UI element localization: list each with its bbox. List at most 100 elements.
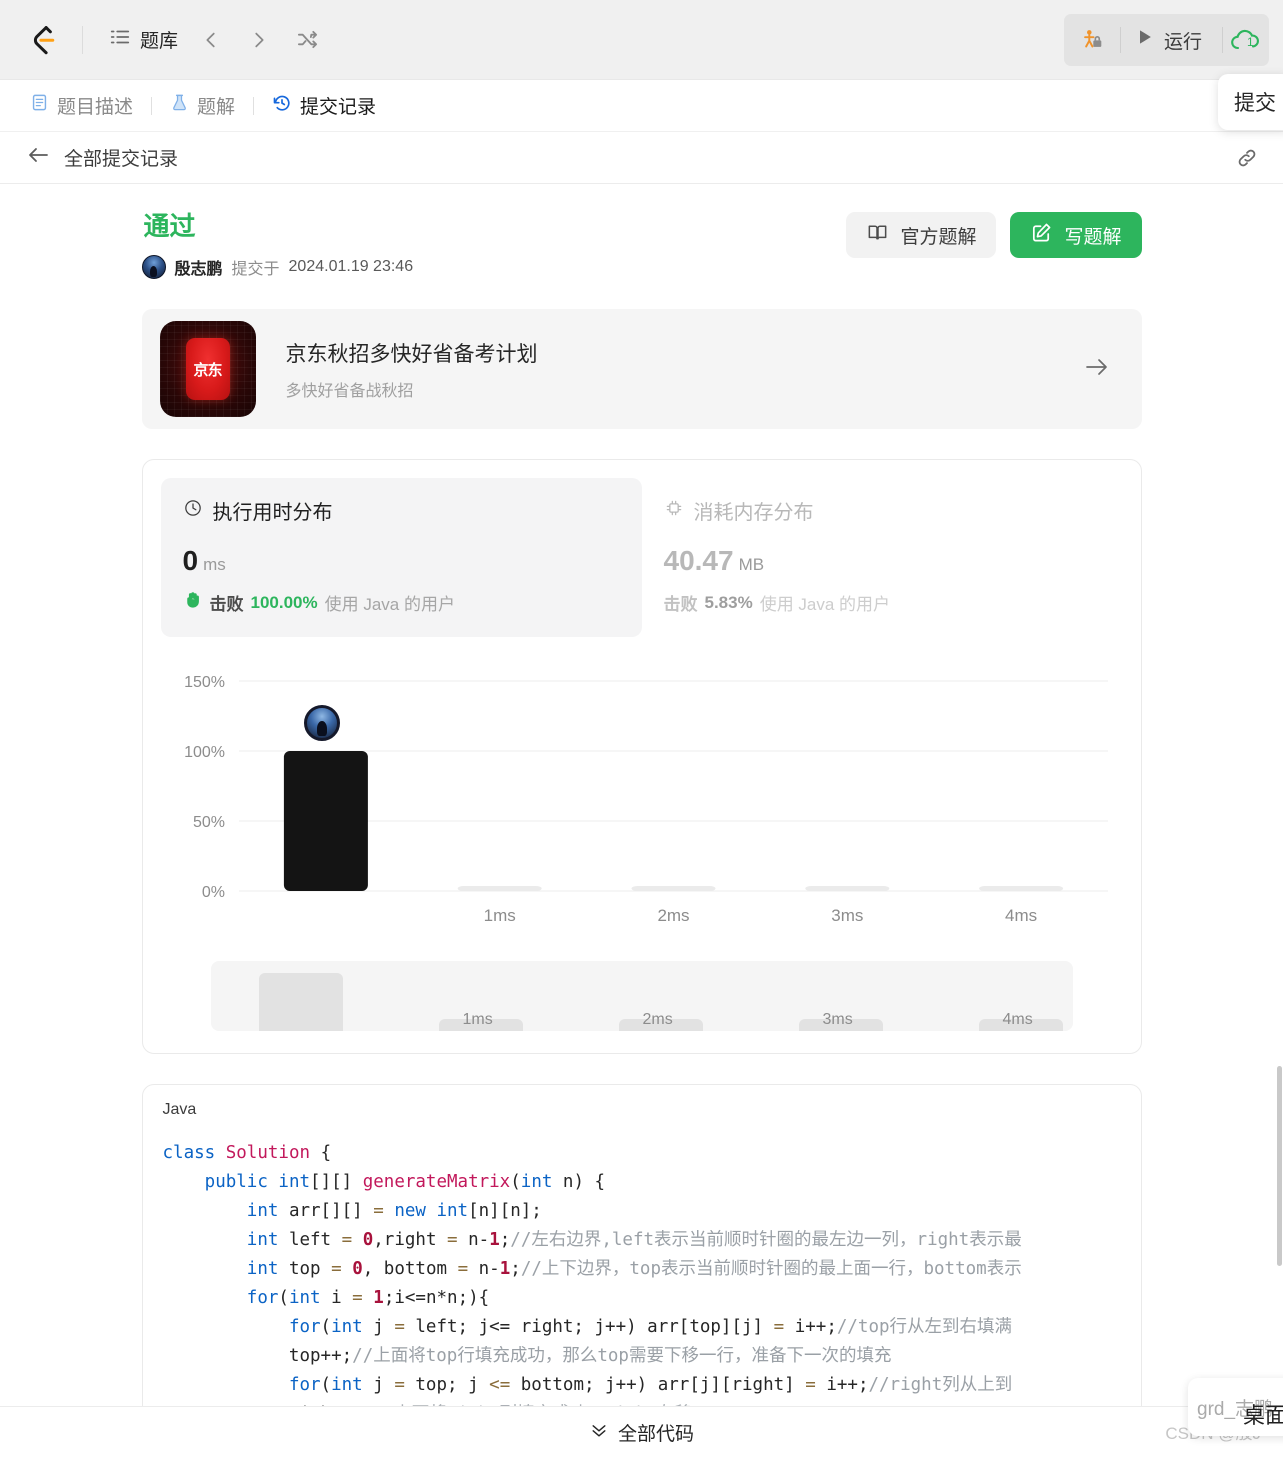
avatar[interactable] [141, 255, 166, 279]
page-scrollbar-thumb[interactable] [1277, 1066, 1282, 1266]
submitted-label: 提交于 [231, 261, 280, 278]
runtime-beat-row: 击败 100.00% 使用 Java 的用户 [183, 590, 620, 615]
author-name[interactable]: 殷志鹏 [175, 255, 223, 279]
chevron-double-down-icon [589, 1420, 609, 1446]
run-submit-group: 运行 1 [1063, 14, 1269, 66]
chart-minimap[interactable]: 1ms 2ms 3ms 4ms [210, 961, 1073, 1031]
link-icon[interactable] [1235, 146, 1259, 170]
memory-unit: MB [738, 555, 765, 574]
debug-lock-icon[interactable] [1064, 14, 1120, 66]
tab-solutions-label: 题解 [197, 97, 236, 118]
memory-beat-pct: 5.83% [704, 592, 753, 612]
submit-tooltip: 提交 [1218, 74, 1283, 130]
runtime-beat-pct: 100.00% [250, 592, 318, 612]
leetcode-logo-icon[interactable] [14, 23, 74, 57]
svg-text:3ms: 3ms [831, 906, 863, 925]
runtime-unit: ms [203, 555, 226, 574]
jd-logo-icon: 京东 [159, 321, 256, 417]
stats-row: 执行用时分布 0 ms 击败 100.00% 使用 Java 的用户 消耗内存分… [160, 478, 1123, 637]
minimap-tick-label: 4ms [1002, 1011, 1033, 1028]
memory-stat-title: 消耗内存分布 [693, 502, 814, 524]
pencil-square-icon [1030, 221, 1053, 250]
topbar-right-actions: 运行 1 [1063, 14, 1269, 66]
tab-divider-2 [253, 96, 255, 115]
svg-text:1ms: 1ms [483, 906, 515, 925]
promo-banner-subtitle: 多快好省备战秋招 [285, 382, 414, 400]
promo-banner[interactable]: 京东 京东秋招多快好省备考计划 多快好省备战秋招 [141, 309, 1142, 429]
verdict-section: 通过 殷志鹏 提交于 2024.01.19 23:46 官方题解 写题解 [141, 206, 1142, 279]
runtime-stat-title: 执行用时分布 [212, 502, 333, 524]
promo-banner-title: 京东秋招多快好省备考计划 [285, 342, 538, 366]
minimap-tick-label: 2ms [642, 1011, 673, 1028]
runtime-stat-value-row: 0 ms [183, 545, 620, 577]
clock-icon [183, 498, 203, 524]
svg-text:1: 1 [1247, 35, 1254, 49]
problemset-nav-group: 题库 [105, 21, 326, 59]
memory-stat-head: 消耗内存分布 [664, 496, 1101, 525]
toolbar-divider [82, 25, 83, 54]
list-icon [109, 26, 131, 54]
minimap-tick-label: 1ms [462, 1011, 493, 1028]
memory-stat-value-row: 40.47 MB [664, 545, 1101, 577]
problemset-label: 题库 [140, 31, 179, 52]
problemset-button[interactable]: 题库 [105, 22, 182, 58]
next-problem-button[interactable] [240, 21, 278, 59]
runtime-distribution-chart: 0% 50% 100% 150% 1ms 2ms 3ms 4ms [161, 663, 1123, 953]
svg-text:100%: 100% [184, 744, 225, 761]
memory-value: 40.47 [663, 545, 734, 576]
code-language-label: Java [162, 1101, 197, 1118]
memory-beat-row: 击败 5.83% 使用 Java 的用户 [664, 590, 1101, 615]
chip-icon [664, 498, 684, 524]
promo-banner-body: 京东秋招多快好省备考计划 多快好省备战秋招 [286, 338, 1084, 401]
shuffle-icon[interactable] [288, 21, 326, 59]
svg-text:50%: 50% [192, 814, 224, 831]
tab-problem-description-label: 题目描述 [57, 97, 134, 118]
tab-submissions[interactable]: 提交记录 [268, 92, 380, 119]
performance-stats-card: 执行用时分布 0 ms 击败 100.00% 使用 Java 的用户 消耗内存分… [141, 459, 1142, 1054]
solution-action-buttons: 官方题解 写题解 [846, 206, 1142, 258]
previous-problem-button[interactable] [192, 21, 230, 59]
flask-icon [170, 93, 189, 118]
memory-stat-tab[interactable]: 消耗内存分布 40.47 MB 击败 5.83% 使用 Java 的用户 [642, 478, 1123, 637]
runtime-beat-label: 击败 [209, 595, 244, 614]
show-all-code-label: 全部代码 [617, 1424, 694, 1445]
chart-canvas: 0% 50% 100% 150% 1ms 2ms 3ms 4ms [184, 674, 1108, 925]
desktop-overlay-label: 桌面 [1243, 1403, 1283, 1428]
write-solution-label: 写题解 [1064, 226, 1122, 248]
minimap-bar [258, 973, 343, 1031]
run-label: 运行 [1163, 31, 1202, 53]
memory-beat-tail: 使用 Java 的用户 [759, 595, 891, 614]
official-solution-button[interactable]: 官方题解 [846, 212, 997, 258]
tab-divider [151, 96, 153, 115]
arrow-left-icon[interactable] [26, 145, 50, 170]
show-all-code-button[interactable]: 全部代码 [589, 1419, 694, 1446]
top-navigation-bar: 题库 运行 1 [0, 0, 1283, 80]
svg-text:0%: 0% [201, 884, 224, 901]
runtime-beat-tail: 使用 Java 的用户 [324, 595, 455, 614]
arrow-right-icon[interactable] [1084, 354, 1110, 385]
description-icon [30, 93, 49, 118]
svg-text:2ms: 2ms [657, 906, 689, 925]
tab-problem-description[interactable]: 题目描述 [26, 92, 137, 119]
svg-text:150%: 150% [184, 674, 225, 691]
tab-submissions-label: 提交记录 [300, 97, 377, 118]
run-button[interactable]: 运行 [1121, 14, 1222, 66]
runtime-value: 0 [182, 545, 199, 576]
cloud-check-icon[interactable]: 1 [1223, 14, 1269, 66]
user-position-marker[interactable] [304, 704, 341, 741]
status-badge: 通过 [143, 211, 196, 241]
runtime-stat-tab[interactable]: 执行用时分布 0 ms 击败 100.00% 使用 Java 的用户 [160, 478, 642, 637]
tab-solutions[interactable]: 题解 [166, 92, 239, 119]
panel-tab-strip: 题目描述 题解 提交记录 [0, 80, 1283, 132]
submission-author-row: 殷志鹏 提交于 2024.01.19 23:46 [141, 255, 847, 279]
play-icon [1135, 27, 1155, 53]
breadcrumb: 全部提交记录 [0, 132, 1283, 184]
submission-detail-content: 通过 殷志鹏 提交于 2024.01.19 23:46 官方题解 写题解 京东 … [0, 184, 1283, 1458]
write-solution-button[interactable]: 写题解 [1010, 212, 1142, 258]
runtime-stat-head: 执行用时分布 [183, 496, 620, 525]
svg-text:4ms: 4ms [1005, 906, 1037, 925]
page-scrollbar[interactable] [1276, 186, 1283, 1458]
submitted-code-card: Java class Solution { public int[][] gen… [141, 1084, 1142, 1458]
breadcrumb-label[interactable]: 全部提交记录 [64, 144, 178, 171]
book-icon [866, 221, 889, 250]
